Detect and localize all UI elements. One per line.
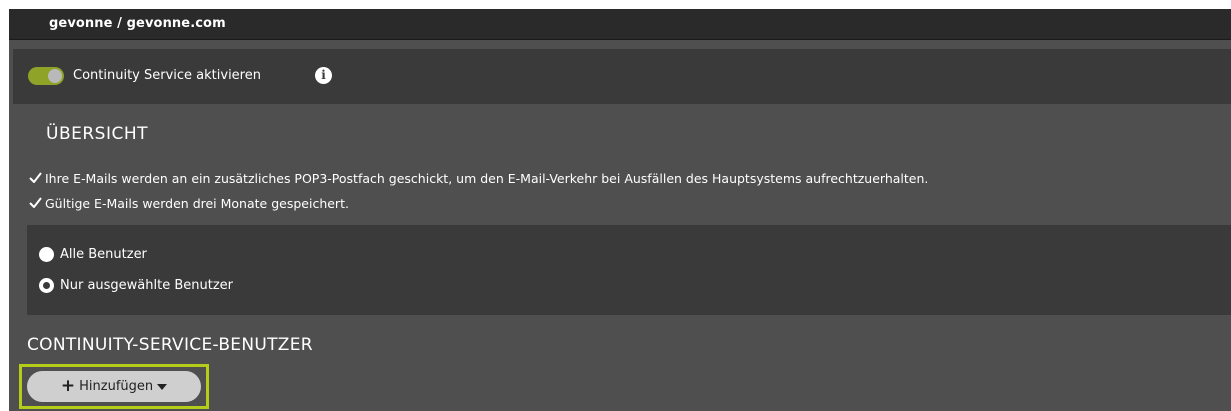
overview-heading: ÜBERSICHT xyxy=(46,124,149,144)
radio-button-checked[interactable] xyxy=(39,278,54,293)
plus-icon: + xyxy=(60,376,76,396)
checkmark-icon xyxy=(29,196,43,211)
radio-label: Nur ausgewählte Benutzer xyxy=(60,278,234,293)
continuity-toggle-label: Continuity Service aktivieren xyxy=(73,68,261,83)
radio-label: Alle Benutzer xyxy=(60,247,147,262)
title-bar: gevonne / gevonne.com xyxy=(9,9,1231,40)
continuity-toggle-row: Continuity Service aktivieren i xyxy=(13,49,1231,104)
users-section-heading: CONTINUITY-SERVICE-BENUTZER xyxy=(27,335,313,355)
info-icon[interactable]: i xyxy=(315,67,332,84)
overview-item-text: Gültige E-Mails werden drei Monate gespe… xyxy=(45,196,349,211)
radio-selected-users[interactable]: Nur ausgewählte Benutzer xyxy=(39,278,233,293)
radio-all-users[interactable]: Alle Benutzer xyxy=(39,247,147,262)
continuity-window: gevonne / gevonne.com Continuity Service… xyxy=(9,9,1231,411)
overview-item: Ihre E-Mails werden an ein zusätzliches … xyxy=(29,171,928,186)
continuity-toggle[interactable] xyxy=(28,67,64,85)
add-button-label: Hinzufügen xyxy=(79,379,154,394)
radio-button[interactable] xyxy=(39,247,54,262)
page-title: gevonne / gevonne.com xyxy=(49,16,226,31)
overview-item: Gültige E-Mails werden drei Monate gespe… xyxy=(29,196,349,211)
toggle-knob xyxy=(48,69,62,83)
overview-item-text: Ihre E-Mails werden an ein zusätzliches … xyxy=(45,171,929,186)
checkmark-icon xyxy=(29,171,43,186)
caret-down-icon xyxy=(157,383,168,390)
add-user-button[interactable]: + Hinzufügen xyxy=(27,371,201,402)
user-scope-panel: Alle Benutzer Nur ausgewählte Benutzer xyxy=(27,225,1231,315)
